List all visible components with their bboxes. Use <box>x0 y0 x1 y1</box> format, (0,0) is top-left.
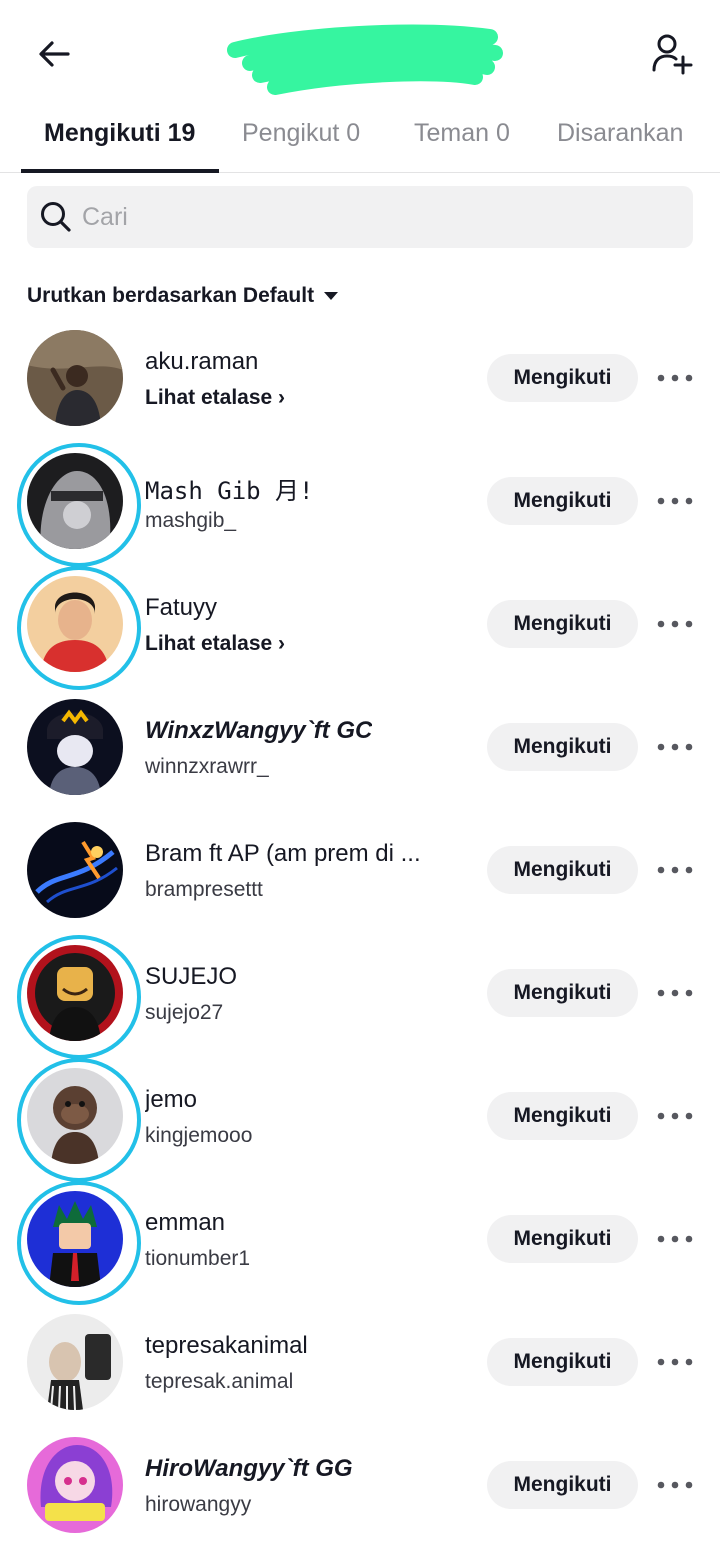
more-dots-icon <box>657 497 693 505</box>
more-options-button[interactable] <box>655 362 695 394</box>
tab-followers[interactable]: Pengikut 0 <box>242 119 360 148</box>
list-item[interactable]: SUJEJO sujejo27 Mengikuti <box>0 931 720 1059</box>
story-ring <box>17 1181 141 1305</box>
search-input[interactable] <box>82 202 642 232</box>
list-item[interactable]: tepresakanimal tepresak.animal Mengikuti <box>0 1300 720 1423</box>
more-dots-icon <box>657 1358 693 1366</box>
username: brampresettt <box>145 878 263 901</box>
more-dots-icon <box>657 743 693 751</box>
tab-bar: Mengikuti 19 Pengikut 0 Teman 0 Disarank… <box>0 105 720 173</box>
more-dots-icon <box>657 1235 693 1243</box>
sort-dropdown[interactable]: Urutkan berdasarkan Default <box>27 284 339 308</box>
user-display-name[interactable]: Bram ft AP (am prem di ... <box>145 840 421 868</box>
avatar[interactable] <box>27 576 123 672</box>
user-display-name[interactable]: HiroWangyy`ft GG <box>145 1455 353 1483</box>
list-item[interactable]: aku.raman Lihat etalase › Mengikuti <box>0 316 720 439</box>
caret-down-icon <box>324 292 339 300</box>
more-options-button[interactable] <box>655 1100 695 1132</box>
following-button[interactable]: Mengikuti <box>487 354 638 402</box>
list-item[interactable]: Bram ft AP (am prem di ... brampresettt … <box>0 808 720 931</box>
tab-following[interactable]: Mengikuti 19 <box>44 119 195 148</box>
search-bar[interactable] <box>27 186 693 248</box>
more-options-button[interactable] <box>655 608 695 640</box>
list-item[interactable]: HiroWangyy`ft GG hirowangyy Mengikuti <box>0 1423 720 1546</box>
more-dots-icon <box>657 620 693 628</box>
list-item[interactable]: Mash Gib 月! mashgib_ Mengikuti <box>0 439 720 567</box>
user-display-name[interactable]: emman <box>145 1209 225 1237</box>
more-dots-icon <box>657 1112 693 1120</box>
view-showcase-link[interactable]: Lihat etalase › <box>145 386 285 410</box>
list-item[interactable]: emman tionumber1 Mengikuti <box>0 1177 720 1305</box>
user-display-name[interactable]: aku.raman <box>145 348 258 376</box>
sort-label: Urutkan berdasarkan Default <box>27 284 315 307</box>
more-dots-icon <box>657 989 693 997</box>
avatar[interactable] <box>27 822 123 918</box>
more-options-button[interactable] <box>655 977 695 1009</box>
more-dots-icon <box>657 866 693 874</box>
active-tab-indicator <box>21 169 219 173</box>
tab-suggested[interactable]: Disarankan <box>557 119 683 148</box>
tab-friends[interactable]: Teman 0 <box>414 119 510 148</box>
username: sujejo27 <box>145 1001 224 1024</box>
user-display-name[interactable]: WinxzWangyy`ft GC <box>145 717 372 745</box>
following-button[interactable]: Mengikuti <box>487 969 638 1017</box>
more-options-button[interactable] <box>655 731 695 763</box>
story-ring <box>17 935 141 1059</box>
username: tionumber1 <box>145 1247 251 1270</box>
following-button[interactable]: Mengikuti <box>487 723 638 771</box>
avatar[interactable] <box>27 945 123 1041</box>
user-display-name[interactable]: Mash Gib 月! <box>145 471 314 506</box>
user-display-name[interactable]: SUJEJO <box>145 963 237 991</box>
following-button[interactable]: Mengikuti <box>487 477 638 525</box>
user-display-name[interactable]: jemo <box>145 1086 197 1114</box>
avatar[interactable] <box>27 1068 123 1164</box>
username: winnzxrawrr_ <box>145 755 269 778</box>
user-display-name[interactable]: Fatuyy <box>145 594 217 622</box>
more-options-button[interactable] <box>655 854 695 886</box>
following-button[interactable]: Mengikuti <box>487 1461 638 1509</box>
avatar[interactable] <box>27 1191 123 1287</box>
list-item[interactable]: jemo kingjemooo Mengikuti <box>0 1054 720 1182</box>
list-item[interactable]: WinxzWangyy`ft GC winnzxrawrr_ Mengikuti <box>0 685 720 808</box>
following-button[interactable]: Mengikuti <box>487 1338 638 1386</box>
avatar[interactable] <box>27 699 123 795</box>
arrow-left-icon <box>39 41 70 67</box>
search-icon <box>38 199 74 235</box>
following-list: aku.raman Lihat etalase › Mengikuti Mash… <box>0 316 720 1546</box>
add-user-button[interactable] <box>644 28 700 80</box>
list-item[interactable]: Fatuyy Lihat etalase › Mengikuti <box>0 562 720 690</box>
avatar[interactable] <box>27 1437 123 1533</box>
more-options-button[interactable] <box>655 1223 695 1255</box>
user-display-name[interactable]: tepresakanimal <box>145 1332 308 1360</box>
username: tepresak.animal <box>145 1370 294 1393</box>
view-showcase-link[interactable]: Lihat etalase › <box>145 632 285 656</box>
avatar[interactable] <box>27 453 123 549</box>
story-ring <box>17 566 141 690</box>
more-dots-icon <box>657 1481 693 1489</box>
more-options-button[interactable] <box>655 485 695 517</box>
story-ring <box>17 443 141 567</box>
redacted-title-scribble <box>227 24 503 95</box>
story-ring <box>17 1058 141 1182</box>
following-button[interactable]: Mengikuti <box>487 1215 638 1263</box>
username: kingjemooo <box>145 1124 253 1147</box>
back-button[interactable] <box>30 30 78 78</box>
username: mashgib_ <box>145 509 237 532</box>
more-options-button[interactable] <box>655 1469 695 1501</box>
header <box>0 0 720 105</box>
following-button[interactable]: Mengikuti <box>487 846 638 894</box>
avatar[interactable] <box>27 1314 123 1410</box>
person-add-icon <box>652 34 693 75</box>
avatar[interactable] <box>27 330 123 426</box>
more-options-button[interactable] <box>655 1346 695 1378</box>
following-button[interactable]: Mengikuti <box>487 600 638 648</box>
more-dots-icon <box>657 374 693 382</box>
username: hirowangyy <box>145 1493 252 1516</box>
following-button[interactable]: Mengikuti <box>487 1092 638 1140</box>
